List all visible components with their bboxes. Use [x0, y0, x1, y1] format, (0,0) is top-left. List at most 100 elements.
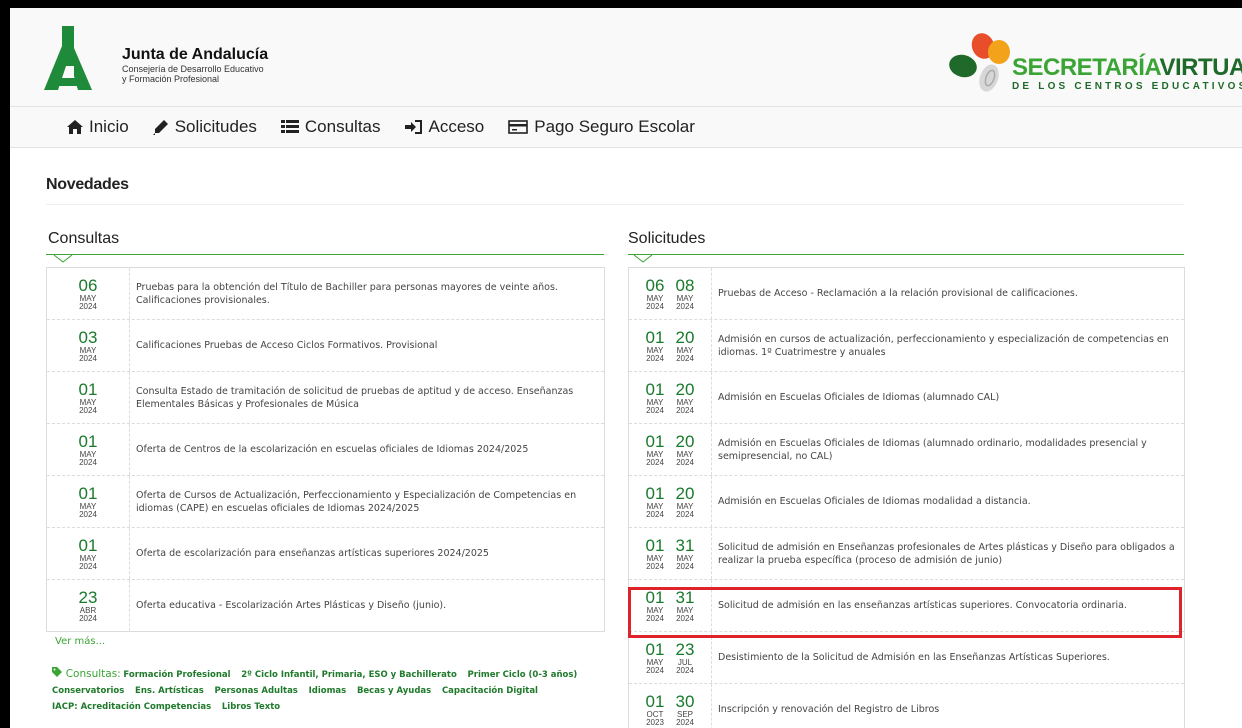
tag-link[interactable]: Idiomas — [309, 686, 347, 696]
list-item-link[interactable]: Admisión en Escuelas Oficiales de Idioma… — [712, 372, 1184, 423]
end-date-badge: 20 MAY 2024 — [675, 431, 695, 467]
start-date-badge: 01 MAY 2024 — [645, 535, 665, 571]
end-date-badge: 23 JUL 2024 — [675, 639, 695, 675]
sv-word-secretaria: SECRETARÍA — [1012, 54, 1160, 81]
list-item-link[interactable]: Admisión en Escuelas Oficiales de Idioma… — [712, 424, 1184, 475]
tag-link[interactable]: Formación Profesional — [123, 670, 230, 680]
list-item-link[interactable]: Consulta Estado de tramitación de solici… — [130, 372, 604, 423]
list-item-link[interactable]: Pruebas de Acceso - Reclamación a la rel… — [712, 268, 1184, 319]
list-item[interactable]: 23 ABR 2024 Oferta educativa - Escolarizac… — [47, 580, 604, 631]
home-icon — [67, 120, 83, 134]
brand-subtitle-2: y Formación Profesional — [122, 74, 220, 84]
start-date-badge: 01 MAY 2024 — [645, 327, 665, 363]
date-badge: 03 MAY 2024 — [78, 327, 98, 363]
nav-pago-label: Pago Seguro Escolar — [534, 117, 695, 136]
tag-link[interactable]: Primer Ciclo (0-3 años) — [468, 670, 578, 680]
tag-link[interactable]: 2º Ciclo Infantil, Primaria, ESO y Bachi… — [241, 670, 457, 680]
start-date-badge: 01 MAY 2024 — [645, 639, 665, 675]
chevron-down-icon — [633, 254, 653, 263]
list-item[interactable]: 03 MAY 2024 Calificaciones Pruebas de Acce… — [47, 320, 604, 372]
list-item-link[interactable]: Solicitud de admisión en las enseñanzas … — [712, 580, 1184, 631]
tag-link[interactable]: Ens. Artísticas — [135, 686, 204, 696]
consultas-section-rule — [46, 254, 604, 255]
secretaria-virtual-wordmark: SECRETARÍAVIRTUAL DE LOS CENTROS EDUCATI… — [1012, 54, 1242, 93]
consultas-tags: Consultas: Formación Profesional 2º Cicl… — [52, 666, 612, 715]
end-date-badge: 20 MAY 2024 — [675, 483, 695, 519]
brand-title: Junta de Andalucía — [122, 46, 269, 63]
nav-consultas-label: Consultas — [304, 117, 381, 136]
list-item-highlighted[interactable]: 01 MAY 2024 31 MAY 2024 Solicitud de admisión… — [629, 580, 1184, 632]
brand-block: Junta de Andalucía Consejería de Desarro… — [122, 46, 268, 84]
list-item[interactable]: 01 MAY 2024 Oferta de Centros de la escola… — [47, 424, 604, 476]
list-item[interactable]: 01 MAY 2024 20 MAY 2024 Admisión en Escuelas … — [629, 424, 1184, 476]
start-date-badge: 01 MAY 2024 — [645, 483, 665, 519]
tag-link[interactable]: Capacitación Digital — [442, 686, 538, 696]
list-item[interactable]: 01 MAY 2024 Oferta de escolarización para … — [47, 528, 604, 580]
junta-andalucia-logo[interactable] — [44, 26, 92, 90]
start-date-badge: 01 OCT 2023 — [645, 691, 665, 727]
list-icon — [280, 120, 299, 134]
tag-link[interactable]: IACP: Acreditación Competencias — [52, 702, 211, 712]
list-item[interactable]: 01 MAY 2024 Oferta de Cursos de Actualizac… — [47, 476, 604, 528]
list-item-link[interactable]: Solicitud de admisión en Enseñanzas prof… — [712, 528, 1184, 579]
tag-link[interactable]: Libros Texto — [222, 702, 280, 712]
list-item[interactable]: 01 MAY 2024 23 JUL 2024 Desistimiento de la S… — [629, 632, 1184, 684]
tag-link[interactable]: Personas Adultas — [214, 686, 297, 696]
consultas-list: 06 MAY 2024 Pruebas para la obtención del … — [46, 267, 605, 632]
ver-mas-link[interactable]: Ver más... — [55, 636, 105, 647]
list-item-link[interactable]: Admisión en Escuelas Oficiales de Idioma… — [712, 476, 1184, 527]
list-item[interactable]: 06 MAY 2024 08 MAY 2024 Pruebas de Acceso - R… — [629, 268, 1184, 320]
nav-solicitudes-label: Solicitudes — [174, 117, 257, 136]
pencil-icon — [152, 119, 169, 135]
sv-subtitle: DE LOS CENTROS EDUCATIVOS — [1012, 81, 1242, 92]
site-header: Junta de Andalucía Consejería de Desarro… — [10, 8, 1242, 107]
browser-viewport: Junta de Andalucía Consejería de Desarro… — [0, 0, 1242, 728]
tags-label: Consultas: — [65, 668, 121, 680]
list-item[interactable]: 01 MAY 2024 Consulta Estado de tramitación… — [47, 372, 604, 424]
list-item-link[interactable]: Calificaciones Pruebas de Acceso Ciclos … — [130, 320, 604, 371]
tag-icon — [52, 667, 63, 680]
tag-link[interactable]: Conservatorios — [52, 686, 124, 696]
start-date-badge: 01 MAY 2024 — [645, 379, 665, 415]
end-date-badge: 20 MAY 2024 — [675, 327, 695, 363]
end-date-badge: 31 MAY 2024 — [675, 535, 695, 571]
nav-inicio-label: Inicio — [89, 117, 129, 136]
list-item[interactable]: 01 OCT 2023 30 SEP 2024 Inscripción y renovac… — [629, 684, 1184, 728]
divider — [46, 204, 1184, 205]
list-item-link[interactable]: Inscripción y renovación del Registro de… — [712, 684, 1184, 728]
list-item[interactable]: 01 MAY 2024 31 MAY 2024 Solicitud de admisión… — [629, 528, 1184, 580]
end-date-badge: 31 MAY 2024 — [675, 587, 695, 623]
nav-consultas[interactable]: Consultas — [280, 117, 381, 137]
start-date-badge: 06 MAY 2024 — [645, 275, 665, 311]
nav-acceso[interactable]: Acceso — [404, 117, 485, 137]
nav-inicio[interactable]: Inicio — [67, 117, 129, 137]
list-item-link[interactable]: Admisión en cursos de actualización, per… — [712, 320, 1184, 371]
chevron-down-icon — [53, 254, 73, 263]
end-date-badge: 08 MAY 2024 — [675, 275, 695, 311]
solicitudes-section-rule — [628, 254, 1184, 255]
list-item-link[interactable]: Oferta de Cursos de Actualización, Perfe… — [130, 476, 604, 527]
credit-card-icon — [508, 120, 529, 134]
list-item-link[interactable]: Desistimiento de la Solicitud de Admisió… — [712, 632, 1184, 683]
start-date-badge: 01 MAY 2024 — [645, 431, 665, 467]
nav-acceso-label: Acceso — [428, 117, 485, 136]
nav-solicitudes[interactable]: Solicitudes — [152, 117, 257, 137]
list-item[interactable]: 01 MAY 2024 20 MAY 2024 Admisión en Escuelas … — [629, 372, 1184, 424]
list-item[interactable]: 01 MAY 2024 20 MAY 2024 Admisión en Escuelas … — [629, 476, 1184, 528]
date-badge: 01 MAY 2024 — [78, 535, 98, 571]
date-badge: 06 MAY 2024 — [78, 275, 98, 311]
list-item-link[interactable]: Oferta de escolarización para enseñanzas… — [130, 528, 604, 579]
tag-link[interactable]: Becas y Ayudas — [357, 686, 431, 696]
secretaria-virtual-logo-icon[interactable] — [945, 30, 1015, 100]
date-badge: 01 MAY 2024 — [78, 483, 98, 519]
date-badge: 01 MAY 2024 — [78, 431, 98, 467]
page-title: Novedades — [46, 176, 129, 193]
list-item-link[interactable]: Oferta de Centros de la escolarización e… — [130, 424, 604, 475]
list-item[interactable]: 01 MAY 2024 20 MAY 2024 Admisión en cursos de… — [629, 320, 1184, 372]
list-item[interactable]: 06 MAY 2024 Pruebas para la obtención del … — [47, 268, 604, 320]
list-item-link[interactable]: Oferta educativa - Escolarización Artes … — [130, 580, 604, 631]
nav-pago-seguro-escolar[interactable]: Pago Seguro Escolar — [508, 117, 695, 137]
end-date-badge: 20 MAY 2024 — [675, 379, 695, 415]
main-nav: Inicio Solicitudes Consultas Acceso Pago… — [10, 107, 1242, 148]
list-item-link[interactable]: Pruebas para la obtención del Título de … — [130, 268, 604, 319]
